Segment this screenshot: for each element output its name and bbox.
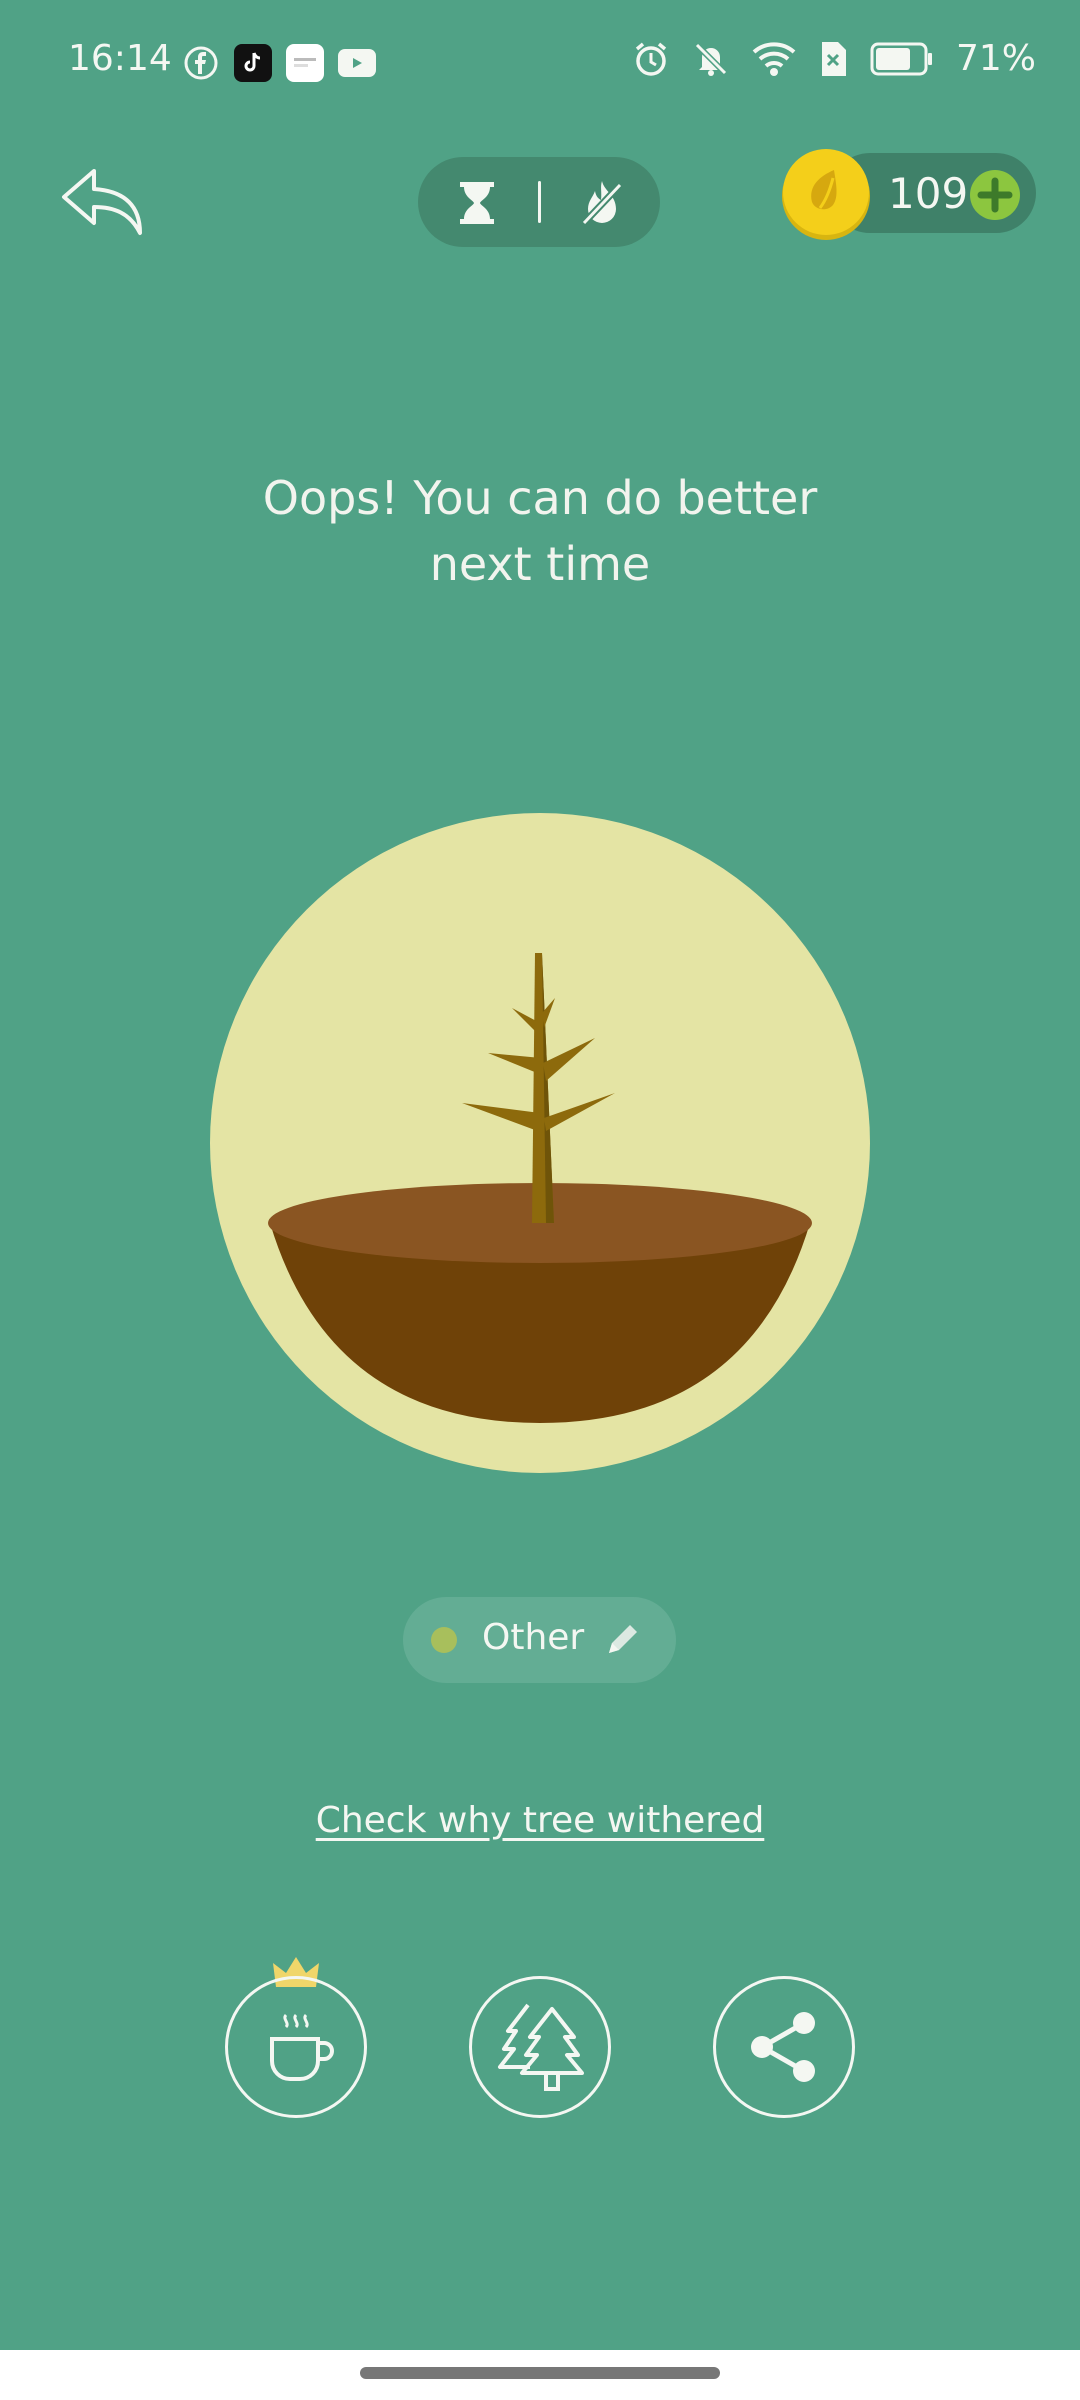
back-arrow-icon — [62, 169, 142, 235]
plant-together-button[interactable] — [469, 1976, 611, 2118]
system-status-icons: 71% — [632, 38, 1036, 79]
battery-icon — [870, 42, 932, 75]
plus-icon — [977, 177, 1013, 213]
wifi-icon — [752, 41, 796, 76]
pencil-icon — [609, 1625, 637, 1653]
share-icon — [751, 2012, 815, 2082]
sim-off-icon — [821, 41, 846, 76]
tag-color-dot — [431, 1627, 457, 1653]
facebook-icon — [182, 44, 220, 82]
status-bar: 16:14 71% — [0, 0, 1080, 120]
notification-card-icon — [286, 44, 324, 82]
headline-line-1: Oops! You can do better — [262, 471, 818, 525]
flame-icon — [581, 181, 623, 226]
add-coins-button[interactable] — [970, 170, 1020, 220]
tag-selector[interactable]: Other — [403, 1597, 676, 1683]
youtube-icon — [338, 49, 376, 77]
home-indicator[interactable] — [360, 2367, 720, 2379]
battery-percent: 71% — [955, 38, 1036, 79]
hourglass-icon — [460, 182, 494, 224]
result-headline: Oops! You can do better next time — [140, 465, 940, 597]
share-button[interactable] — [713, 1976, 855, 2118]
timer-mode-toggle[interactable] — [418, 157, 660, 247]
status-time: 16:14 — [68, 38, 172, 79]
break-coffee-button[interactable] — [225, 1976, 367, 2118]
check-withered-reason-link[interactable]: Check why tree withered — [0, 1800, 1080, 1841]
withered-tree-illustration — [210, 813, 870, 1473]
headline-line-2: next time — [429, 537, 651, 591]
coin-count: 109 — [888, 169, 969, 218]
coffee-cup-icon — [270, 2013, 334, 2081]
tag-label: Other — [482, 1617, 585, 1658]
alarm-icon — [635, 42, 667, 76]
mode-divider — [538, 181, 541, 223]
back-button[interactable] — [60, 165, 146, 241]
trees-icon — [498, 2003, 584, 2091]
tiktok-icon — [234, 44, 272, 82]
notification-icons — [182, 44, 376, 82]
coin-icon — [782, 149, 870, 240]
mute-bell-icon — [694, 42, 728, 76]
